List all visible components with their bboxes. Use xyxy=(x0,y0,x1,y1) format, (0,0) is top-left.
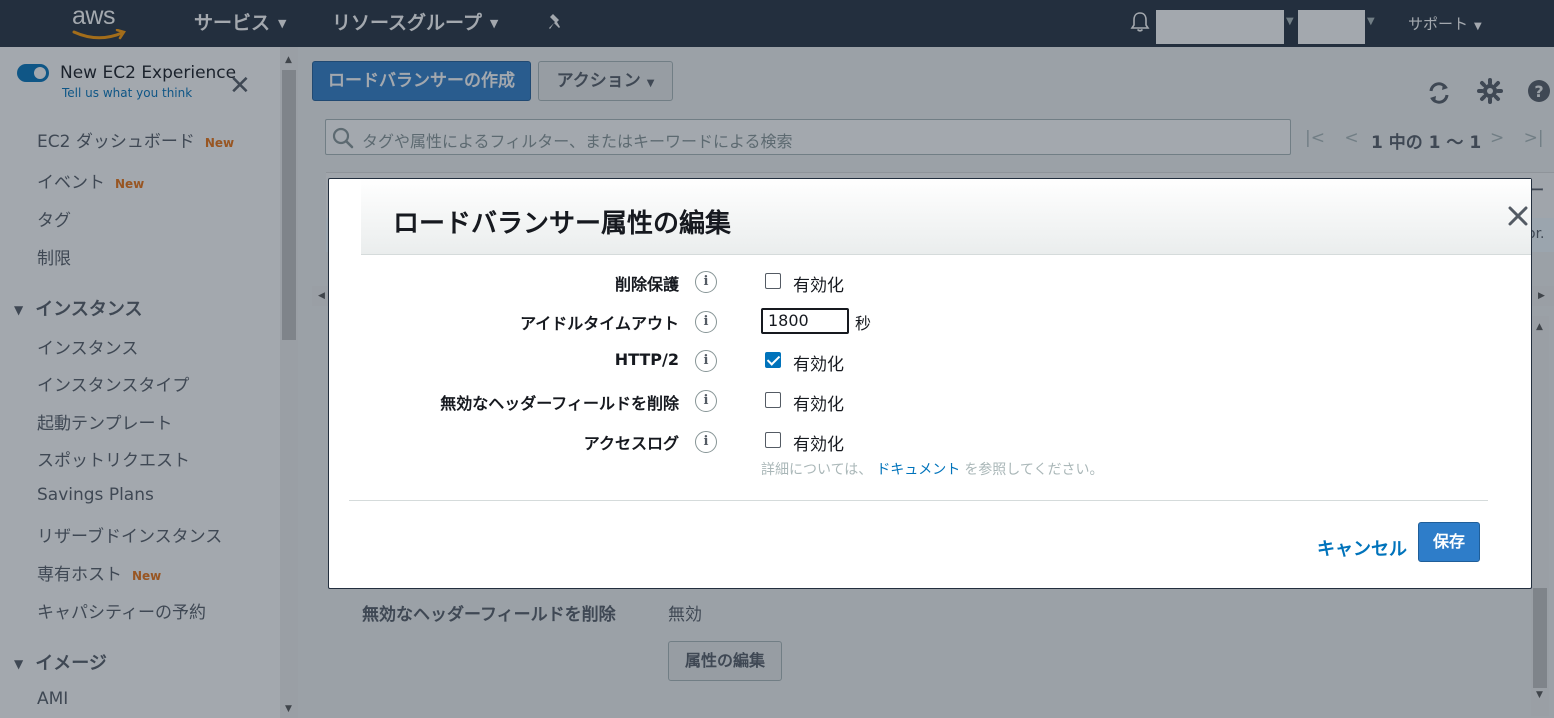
documentation-link[interactable]: ドキュメント xyxy=(876,462,960,478)
drop-invalid-headers-checkbox[interactable] xyxy=(765,392,781,408)
field-label-idle-timeout: アイドルタイムアウト xyxy=(520,314,679,333)
field-label-deletion-protection: 削除保護 xyxy=(614,275,679,294)
field-label-drop-invalid-headers: 無効なヘッダーフィールドを削除 xyxy=(440,394,679,413)
access-logs-checkbox[interactable] xyxy=(765,432,781,448)
info-icon[interactable]: i xyxy=(695,271,717,293)
info-icon[interactable]: i xyxy=(695,431,717,453)
cancel-button[interactable]: キャンセル xyxy=(1317,535,1407,561)
info-icon[interactable]: i xyxy=(695,350,717,372)
dialog-title: ロードバランサー属性の編集 xyxy=(393,209,732,239)
info-icon[interactable]: i xyxy=(695,390,717,412)
checkbox-label[interactable]: 有効化 xyxy=(793,271,844,296)
idle-timeout-unit: 秒 xyxy=(855,314,872,333)
close-icon[interactable] xyxy=(1507,205,1529,227)
deletion-protection-checkbox[interactable] xyxy=(765,273,781,289)
doc-note-suffix: を参照してください。 xyxy=(964,462,1104,478)
checkbox-label[interactable]: 有効化 xyxy=(793,350,844,375)
idle-timeout-input[interactable]: 1800 xyxy=(761,308,849,334)
checkbox-label[interactable]: 有効化 xyxy=(793,430,844,455)
save-button[interactable]: 保存 xyxy=(1418,522,1480,562)
info-icon[interactable]: i xyxy=(695,311,717,333)
dialog-header: ロードバランサー属性の編集 xyxy=(361,179,1531,255)
field-label-access-logs: アクセスログ xyxy=(583,434,679,453)
doc-note-prefix: 詳細については、 xyxy=(761,462,873,478)
divider xyxy=(349,500,1488,501)
checkbox-label[interactable]: 有効化 xyxy=(793,390,844,415)
http2-checkbox[interactable] xyxy=(765,352,781,368)
documentation-note: 詳細については、 ドキュメント を参照してください。 xyxy=(761,459,1103,479)
edit-attributes-dialog: ロードバランサー属性の編集 削除保護 i 有効化 アイドルタイムアウト i 18… xyxy=(328,178,1532,589)
field-label-http2: HTTP/2 xyxy=(614,350,679,369)
